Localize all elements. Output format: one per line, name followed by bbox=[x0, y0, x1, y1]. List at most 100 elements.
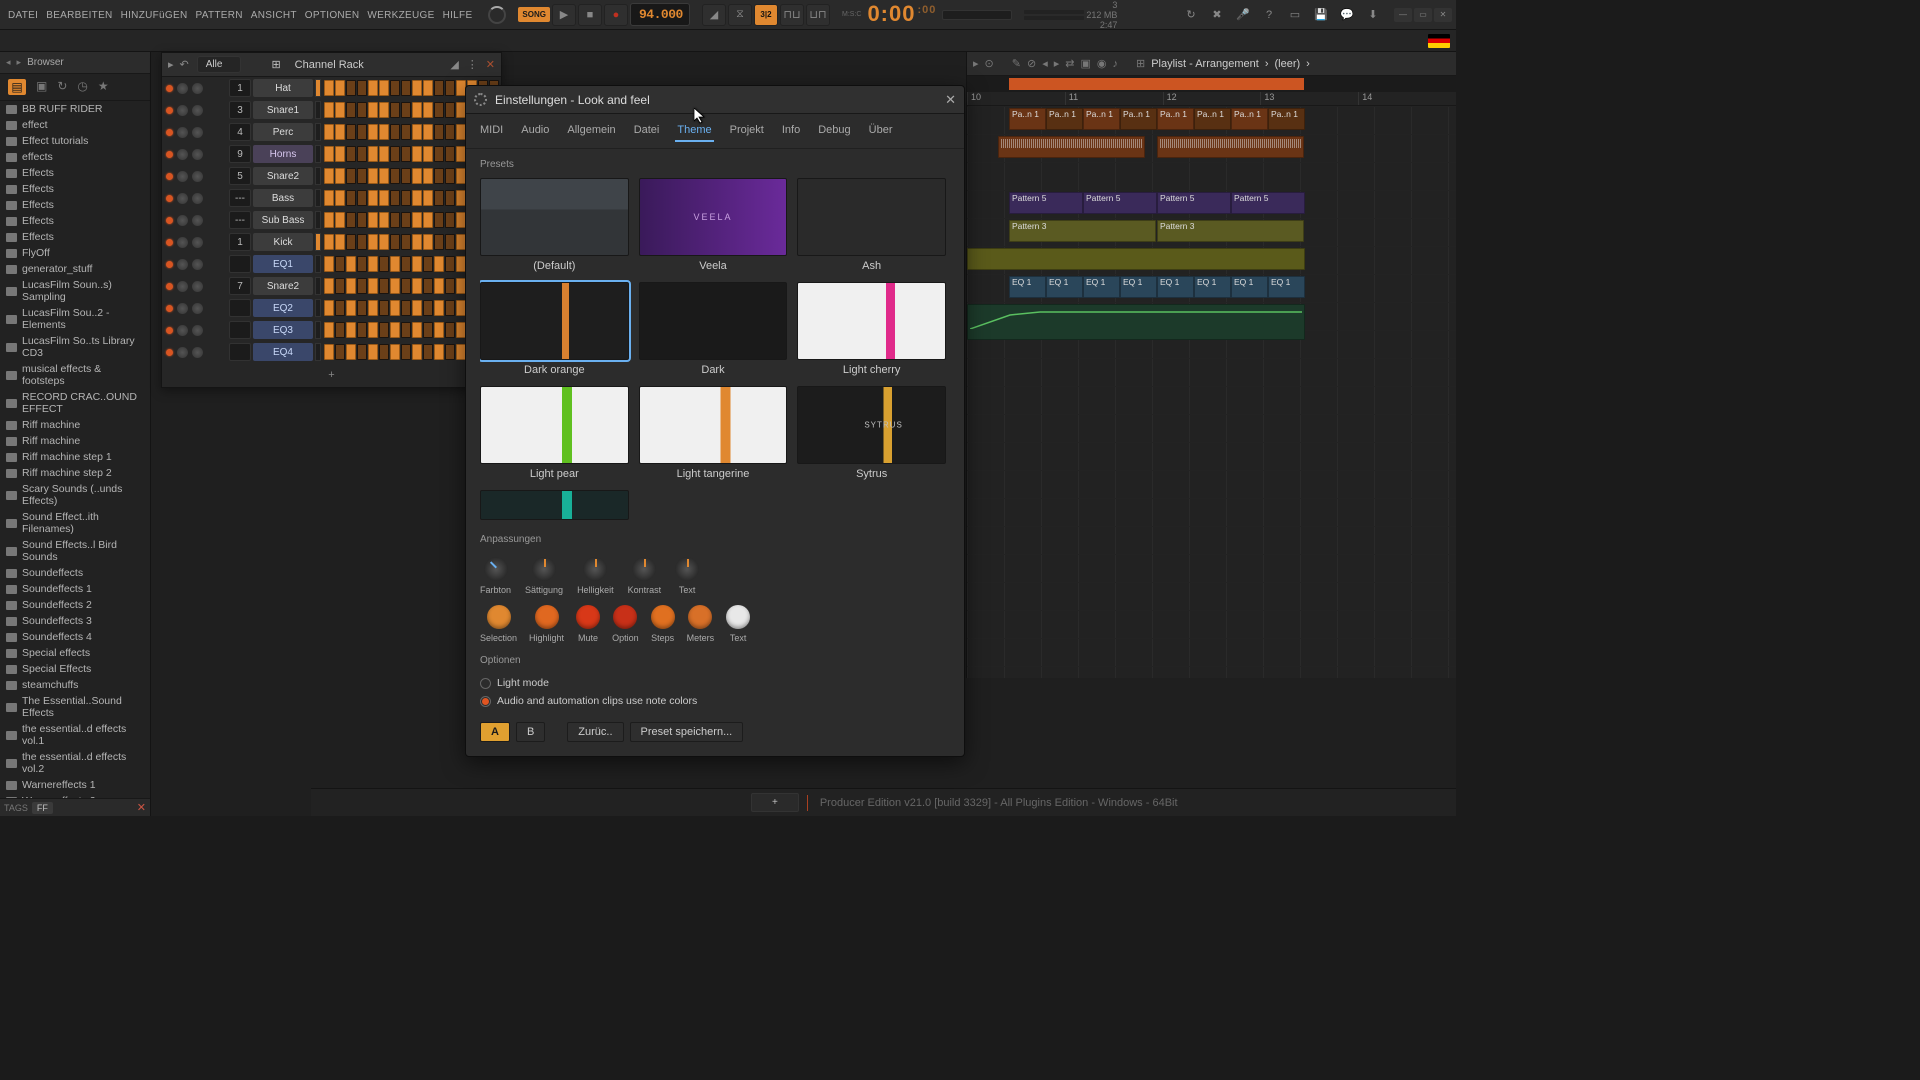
close-window-button[interactable]: ✕ bbox=[1434, 8, 1452, 22]
browser-item[interactable]: Soundeffects 2 bbox=[0, 597, 150, 613]
channel-route[interactable]: 7 bbox=[229, 277, 251, 295]
cr-back-icon[interactable]: ↶ bbox=[180, 58, 189, 71]
clip-pattern5[interactable]: Pattern 5 bbox=[1083, 192, 1157, 214]
cr-grid-icon[interactable]: ⊞ bbox=[271, 58, 280, 71]
browser-item[interactable]: Riff machine step 2 bbox=[0, 465, 150, 481]
clip-eq[interactable]: EQ 1 bbox=[1083, 276, 1120, 298]
browser-item[interactable]: Riff machine bbox=[0, 433, 150, 449]
step-cell[interactable] bbox=[434, 146, 444, 162]
step-cell[interactable] bbox=[324, 344, 334, 360]
step-cell[interactable] bbox=[346, 300, 356, 316]
knob-sättigung[interactable] bbox=[532, 557, 556, 581]
pan-knob[interactable] bbox=[177, 105, 188, 116]
step-cell[interactable] bbox=[324, 256, 334, 272]
pl-tool2-icon[interactable]: ⊘ bbox=[1027, 57, 1036, 70]
step-cell[interactable] bbox=[423, 300, 433, 316]
step-cell[interactable] bbox=[335, 102, 345, 118]
step-cell[interactable] bbox=[390, 80, 400, 96]
step-cell[interactable] bbox=[434, 256, 444, 272]
step-cell[interactable] bbox=[401, 102, 411, 118]
clip-pattern[interactable]: Pa..n 1 bbox=[1046, 108, 1083, 130]
step-cell[interactable] bbox=[445, 278, 455, 294]
step-cell[interactable] bbox=[390, 278, 400, 294]
channel-name-button[interactable]: Hat bbox=[253, 79, 313, 97]
step-cell[interactable] bbox=[357, 322, 367, 338]
step-cell[interactable] bbox=[346, 234, 356, 250]
save-preset-button[interactable]: Preset speichern... bbox=[630, 722, 744, 742]
browser-item[interactable]: Effect tutorials bbox=[0, 133, 150, 149]
step-cell[interactable] bbox=[445, 256, 455, 272]
step-cell[interactable] bbox=[357, 80, 367, 96]
step-cell[interactable] bbox=[390, 300, 400, 316]
step-cell[interactable] bbox=[390, 124, 400, 140]
pl-tool5-icon[interactable]: ⇄ bbox=[1065, 57, 1074, 70]
clip-eq[interactable]: EQ 1 bbox=[1231, 276, 1268, 298]
step-cell[interactable] bbox=[412, 124, 422, 140]
step-cell[interactable] bbox=[379, 168, 389, 184]
preset-dark[interactable]: Dark bbox=[639, 282, 788, 376]
step-cell[interactable] bbox=[401, 212, 411, 228]
preset-slot-a-button[interactable]: A bbox=[480, 722, 510, 742]
clip-pattern[interactable] bbox=[1157, 136, 1304, 158]
browser-refresh-icon[interactable]: ↻ bbox=[57, 79, 67, 95]
step-cell[interactable] bbox=[335, 256, 345, 272]
menu-hinzufügen[interactable]: HINZUFüGEN bbox=[117, 10, 192, 21]
swatch-mute[interactable] bbox=[576, 605, 600, 629]
step-cell[interactable] bbox=[379, 278, 389, 294]
step-cell[interactable] bbox=[335, 146, 345, 162]
stop-button[interactable]: ■ bbox=[578, 4, 602, 26]
step-cell[interactable] bbox=[379, 102, 389, 118]
step-cell[interactable] bbox=[346, 146, 356, 162]
tempo-display[interactable]: 94.000 bbox=[630, 3, 690, 26]
channel-led-icon[interactable] bbox=[166, 107, 173, 114]
clip-eq[interactable]: EQ 1 bbox=[1268, 276, 1305, 298]
metronome-icon[interactable]: ◢ bbox=[702, 4, 726, 26]
step-cell[interactable] bbox=[324, 212, 334, 228]
pl-tool8-icon[interactable]: ♪ bbox=[1112, 58, 1118, 70]
maximize-button[interactable]: ▭ bbox=[1414, 8, 1432, 22]
play-button[interactable]: ▶ bbox=[552, 4, 576, 26]
step-cell[interactable] bbox=[368, 300, 378, 316]
step-cell[interactable] bbox=[357, 234, 367, 250]
channel-route[interactable] bbox=[229, 321, 251, 339]
step-cell[interactable] bbox=[368, 146, 378, 162]
swatch-meters[interactable] bbox=[688, 605, 712, 629]
playlist-ruler[interactable]: 1011121314 bbox=[967, 92, 1456, 106]
browser-item[interactable]: Effects bbox=[0, 213, 150, 229]
browser-item[interactable]: LucasFilm Sou..2 - Elements bbox=[0, 305, 150, 333]
song-progress[interactable] bbox=[942, 10, 1012, 20]
pan-knob[interactable] bbox=[177, 281, 188, 292]
clip-pattern3[interactable]: Pattern 3 bbox=[1157, 220, 1304, 242]
step-cell[interactable] bbox=[335, 344, 345, 360]
step-cell[interactable] bbox=[324, 146, 334, 162]
pan-knob[interactable] bbox=[177, 303, 188, 314]
step-cell[interactable] bbox=[335, 322, 345, 338]
step-cell[interactable] bbox=[379, 146, 389, 162]
preset-sytrus[interactable]: Sytrus bbox=[797, 386, 946, 480]
step-cell[interactable] bbox=[346, 256, 356, 272]
clip-eq[interactable]: EQ 1 bbox=[1157, 276, 1194, 298]
step-cell[interactable] bbox=[401, 168, 411, 184]
playlist-arrangement[interactable]: (leer) bbox=[1274, 58, 1300, 70]
channel-name-button[interactable]: Snare1 bbox=[253, 101, 313, 119]
step-cell[interactable] bbox=[401, 234, 411, 250]
clip-pattern[interactable] bbox=[998, 136, 1145, 158]
step-cell[interactable] bbox=[335, 80, 345, 96]
knob-farbton[interactable] bbox=[484, 557, 508, 581]
step-cell[interactable] bbox=[412, 190, 422, 206]
menu-hilfe[interactable]: HILFE bbox=[439, 10, 477, 21]
step-cell[interactable] bbox=[390, 190, 400, 206]
clip-pattern5[interactable]: Pattern 5 bbox=[1157, 192, 1231, 214]
pan-knob[interactable] bbox=[177, 83, 188, 94]
step-cell[interactable] bbox=[368, 80, 378, 96]
hint-add-dropdown[interactable]: + bbox=[751, 793, 799, 812]
browser-item[interactable]: Sound Effects..l Bird Sounds bbox=[0, 537, 150, 565]
clip-pattern5[interactable]: Pattern 5 bbox=[1231, 192, 1305, 214]
channel-name-button[interactable]: Kick bbox=[253, 233, 313, 251]
clip-automation[interactable] bbox=[967, 304, 1305, 340]
step-cell[interactable] bbox=[335, 124, 345, 140]
language-flag-icon[interactable] bbox=[1428, 34, 1450, 48]
time-display[interactable]: 0:00:00 bbox=[867, 1, 936, 28]
channel-led-icon[interactable] bbox=[166, 283, 173, 290]
vol-knob[interactable] bbox=[192, 281, 203, 292]
